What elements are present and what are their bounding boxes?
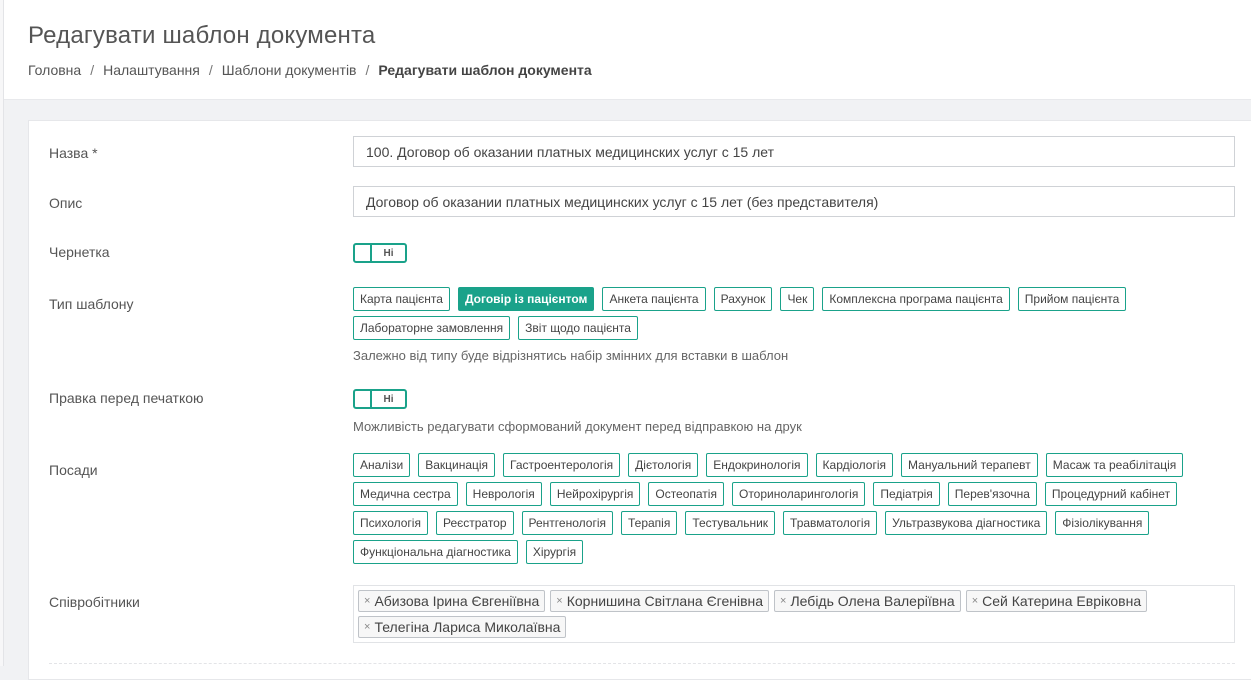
position-option[interactable]: Оториноларингологія: [731, 482, 866, 506]
remove-icon[interactable]: ×: [364, 621, 370, 633]
position-option[interactable]: Мануальний терапевт: [901, 453, 1038, 477]
position-option[interactable]: Гастроентерологія: [503, 453, 621, 477]
employees-select[interactable]: × Абизова Ірина Євгеніївна × Корнишина Світ…: [353, 585, 1235, 643]
employee-tag: × Телегіна Лариса Миколаївна: [358, 616, 567, 638]
breadcrumb-settings[interactable]: Налаштування: [103, 62, 200, 78]
breadcrumb-separator: /: [208, 62, 213, 78]
remove-icon[interactable]: ×: [972, 595, 978, 607]
position-option[interactable]: Перев'язочна: [947, 482, 1037, 506]
breadcrumb-document-templates[interactable]: Шаблони документів: [222, 62, 357, 78]
position-option[interactable]: Кардіологія: [815, 453, 894, 477]
template-type-hint: Залежно від типу буде відрізнятись набір…: [353, 348, 789, 363]
position-option[interactable]: Тестувальник: [685, 511, 776, 535]
toggle-state: Ні: [383, 393, 394, 405]
page-header: Редагувати шаблон документа Головна / На…: [0, 0, 1251, 100]
edit-before-print-toggle[interactable]: Ні: [353, 389, 407, 409]
template-type-option[interactable]: Комплексна програма пацієнта: [822, 287, 1010, 311]
toggle-knob: [355, 391, 372, 407]
position-option[interactable]: Дієтологія: [628, 453, 699, 477]
breadcrumb-home[interactable]: Головна: [28, 62, 81, 78]
name-input[interactable]: 100. Договор об оказании платных медицин…: [353, 136, 1235, 167]
position-option[interactable]: Рентгенологія: [521, 511, 613, 535]
template-type-option[interactable]: Лабораторне замовлення: [353, 316, 511, 340]
page-title: Редагувати шаблон документа: [28, 22, 376, 49]
position-option[interactable]: Функціональна діагностика: [353, 540, 518, 564]
template-type-label: Тип шаблону: [49, 296, 134, 312]
description-input[interactable]: Договор об оказании платных медицинских …: [353, 186, 1235, 217]
template-type-option[interactable]: Рахунок: [713, 287, 773, 311]
toggle-state: Ні: [383, 247, 394, 259]
position-option[interactable]: Нейрохірургія: [549, 482, 641, 506]
left-edge-strip: [0, 0, 4, 666]
template-type-option[interactable]: Анкета пацієнта: [602, 287, 706, 311]
position-option[interactable]: Фізіолікування: [1055, 511, 1150, 535]
draft-toggle[interactable]: Ні: [353, 243, 407, 263]
positions-options: Аналізи Вакцинація Гастроентерологія Дієтол…: [353, 453, 1233, 569]
remove-icon[interactable]: ×: [556, 595, 562, 607]
section-divider: [49, 663, 1235, 664]
position-option[interactable]: Остеопатія: [648, 482, 724, 506]
position-option[interactable]: Неврологія: [465, 482, 542, 506]
position-option[interactable]: Вакцинація: [418, 453, 496, 477]
employee-name: Абизова Ірина Євгеніївна: [374, 593, 540, 609]
position-option[interactable]: Ультразвукова діагностика: [885, 511, 1048, 535]
position-option[interactable]: Аналізи: [353, 453, 411, 477]
template-type-option[interactable]: Прийом пацієнта: [1017, 287, 1127, 311]
template-type-option[interactable]: Чек: [780, 287, 815, 311]
employees-label: Співробітники: [49, 594, 140, 610]
template-type-option[interactable]: Звіт щодо пацієнта: [518, 316, 638, 340]
position-option[interactable]: Терапія: [620, 511, 678, 535]
position-option[interactable]: Травматологія: [783, 511, 878, 535]
employee-name: Корнишина Світлана Єгенівна: [566, 593, 764, 609]
description-label: Опис: [49, 195, 83, 211]
breadcrumb-current: Редагувати шаблон документа: [378, 62, 592, 78]
template-type-option[interactable]: Договір із пацієнтом: [457, 287, 595, 311]
employee-tag: × Лебідь Олена Валеріївна: [774, 590, 961, 612]
employee-tag: × Корнишина Світлана Єгенівна: [550, 590, 770, 612]
positions-label: Посади: [49, 462, 98, 478]
edit-before-print-label: Правка перед печаткою: [49, 390, 204, 406]
breadcrumb: Головна / Налаштування / Шаблони докумен…: [28, 62, 592, 78]
toggle-knob: [355, 245, 372, 261]
employee-tag: × Сей Катерина Евріковна: [965, 590, 1148, 612]
remove-icon[interactable]: ×: [364, 595, 370, 607]
name-label: Назва *: [49, 145, 98, 161]
breadcrumb-separator: /: [90, 62, 95, 78]
position-option[interactable]: Процедурний кабінет: [1044, 482, 1178, 506]
employee-name: Лебідь Олена Валеріївна: [790, 593, 955, 609]
position-option[interactable]: Хірургія: [525, 540, 584, 564]
employee-tag: × Абизова Ірина Євгеніївна: [358, 590, 546, 612]
position-option[interactable]: Ендокринологія: [706, 453, 808, 477]
position-option[interactable]: Психологія: [353, 511, 428, 535]
employee-name: Сей Катерина Евріковна: [982, 593, 1142, 609]
template-type-options: Карта пацієнта Договір із пацієнтом Анкета…: [353, 287, 1233, 345]
breadcrumb-separator: /: [365, 62, 370, 78]
position-option[interactable]: Педіатрія: [873, 482, 940, 506]
employee-name: Телегіна Лариса Миколаївна: [374, 619, 561, 635]
draft-label: Чернетка: [49, 244, 110, 260]
remove-icon[interactable]: ×: [780, 595, 786, 607]
edit-before-print-hint: Можливість редагувати сформований докуме…: [353, 419, 802, 434]
position-option[interactable]: Реєстратор: [435, 511, 514, 535]
template-type-option[interactable]: Карта пацієнта: [353, 287, 450, 311]
position-option[interactable]: Медична сестра: [353, 482, 458, 506]
position-option[interactable]: Масаж та реабілітація: [1045, 453, 1184, 477]
